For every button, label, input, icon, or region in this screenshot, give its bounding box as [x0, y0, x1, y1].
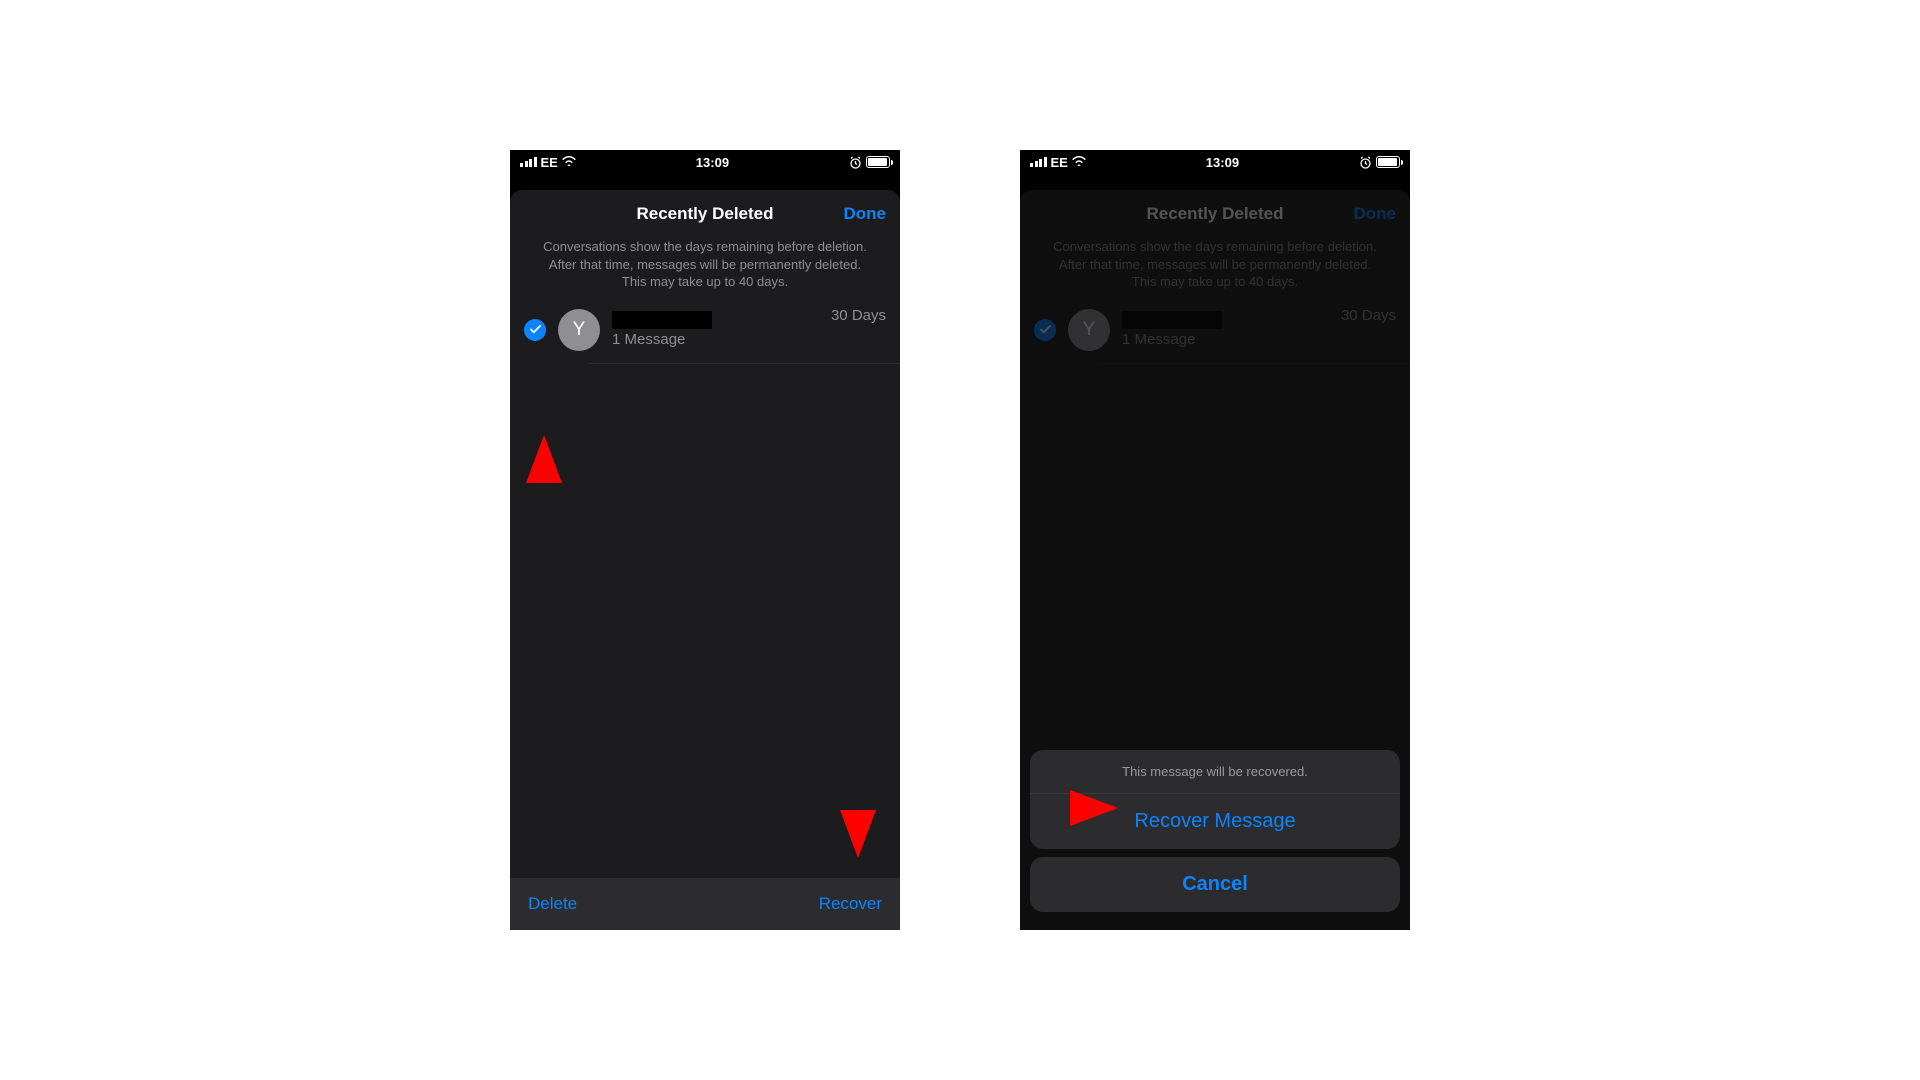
status-bar: EE 13:09	[510, 150, 900, 174]
status-time: 13:09	[1206, 155, 1239, 170]
explainer-text: Conversations show the days remaining be…	[510, 238, 900, 291]
carrier-label: EE	[1051, 155, 1068, 170]
wifi-icon	[1072, 155, 1086, 169]
status-bar: EE 13:09	[1020, 150, 1410, 174]
recover-button[interactable]: Recover	[819, 894, 882, 914]
bottom-toolbar: Delete Recover	[510, 878, 900, 930]
annotation-arrow-recover-message	[1070, 790, 1118, 826]
days-remaining: 30 Days	[831, 307, 886, 324]
phone-right: EE 13:09 Recently Deleted Done Conversat…	[1020, 150, 1410, 930]
message-count: 1 Message	[612, 331, 886, 348]
annotation-arrow-recover	[840, 810, 876, 858]
sheet-title: Recently Deleted	[637, 204, 774, 224]
done-button[interactable]: Done	[844, 204, 887, 224]
status-time: 13:09	[696, 155, 729, 170]
conversation-row[interactable]: Y 1 Message 30 Days	[510, 305, 900, 363]
signal-bars-icon	[1030, 157, 1047, 167]
action-sheet-caption: This message will be recovered.	[1030, 750, 1400, 794]
avatar: Y	[558, 309, 600, 351]
alarm-icon	[1359, 156, 1372, 169]
redacted-name	[612, 311, 712, 329]
wifi-icon	[562, 155, 576, 169]
battery-icon	[1376, 156, 1400, 168]
battery-icon	[866, 156, 890, 168]
cancel-button[interactable]: Cancel	[1030, 857, 1400, 912]
carrier-label: EE	[541, 155, 558, 170]
annotation-arrow-checkbox	[526, 435, 562, 483]
phone-left: EE 13:09 Recently Deleted Done Conversat…	[510, 150, 900, 930]
alarm-icon	[849, 156, 862, 169]
checkbox-checked-icon[interactable]	[524, 319, 546, 341]
action-sheet: This message will be recovered. Recover …	[1030, 750, 1400, 920]
delete-button[interactable]: Delete	[528, 894, 577, 914]
signal-bars-icon	[520, 157, 537, 167]
